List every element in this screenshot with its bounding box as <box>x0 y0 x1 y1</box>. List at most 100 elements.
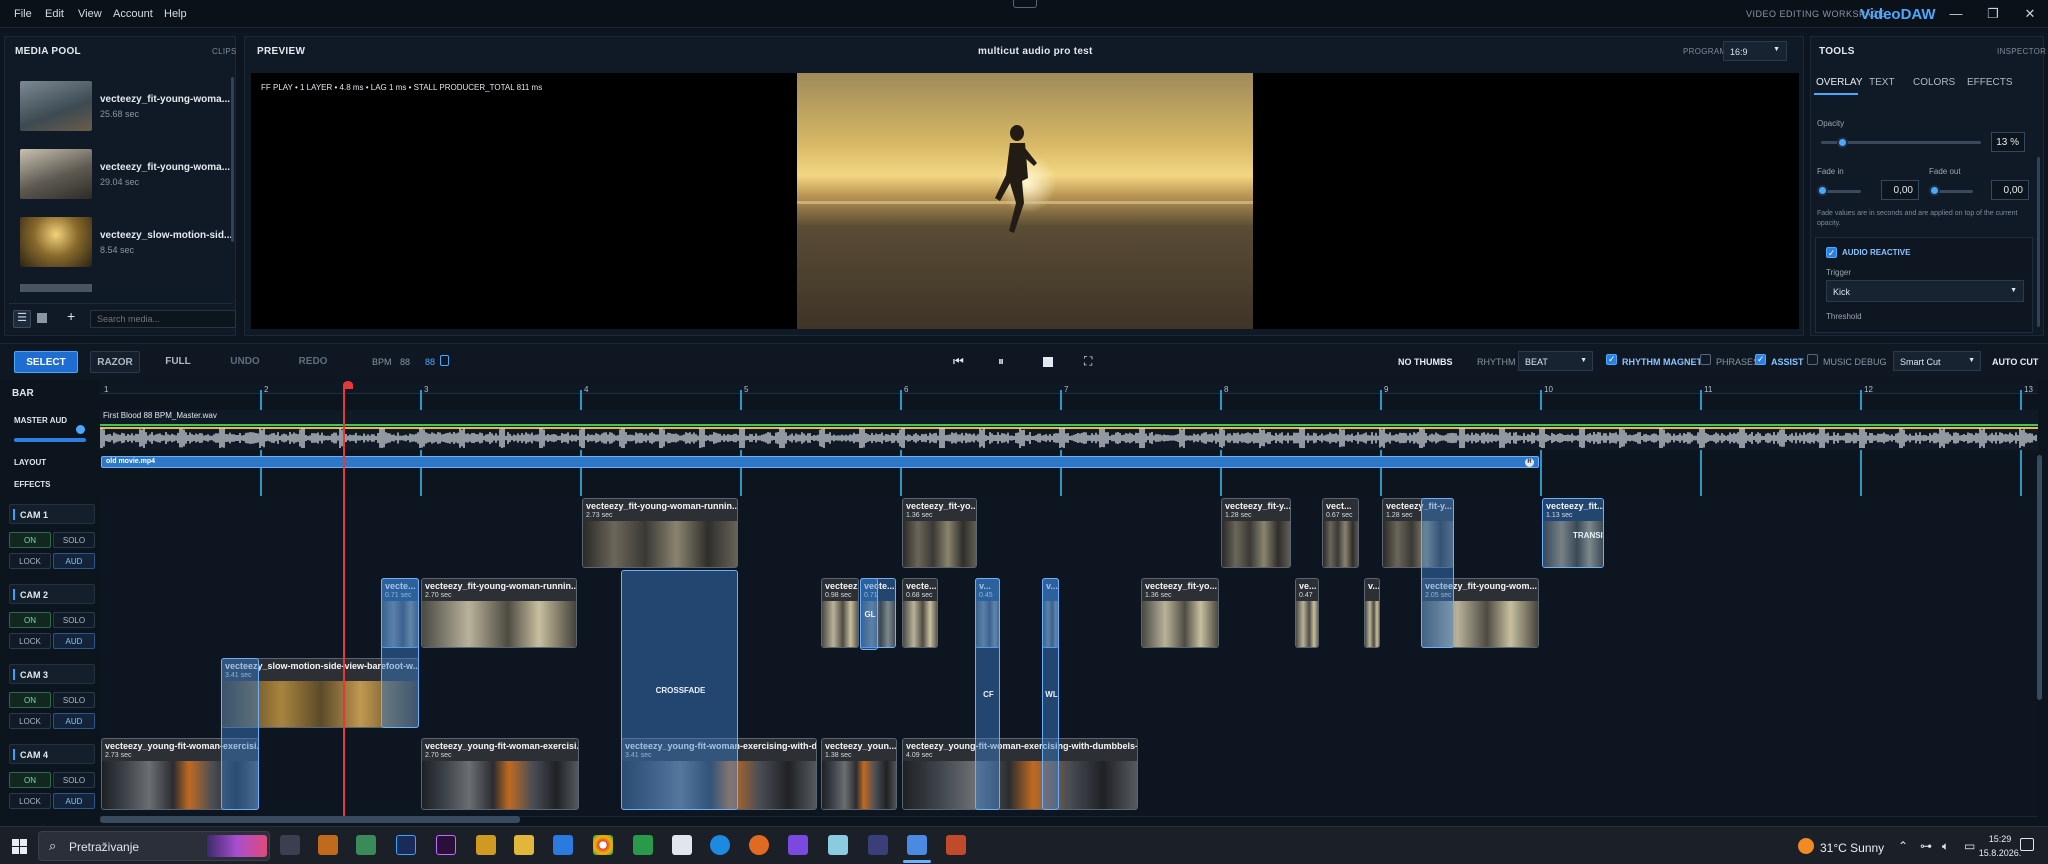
clip-thumbnails <box>1222 521 1290 567</box>
clip-name: vecteezy_fit-young-woman-runnin... <box>425 581 577 591</box>
clip-duration: 1.13 sec <box>1546 512 1573 519</box>
clip-duration: 1.36 sec <box>906 512 933 519</box>
network-icon[interactable]: ⊶ <box>1920 839 1932 853</box>
timeline-clip[interactable]: vecteezy_young-fit-woman-exercising-with… <box>902 738 1138 810</box>
transition-block[interactable]: CROSSFADE <box>621 570 738 810</box>
transition-label: CF <box>983 690 994 699</box>
clip-thumbnails <box>1365 601 1379 647</box>
timeline-clip[interactable]: vecteezy_young-fit-woman-exercisi... 2.70… <box>421 738 579 810</box>
clip-duration: 0.67 sec <box>1326 512 1353 519</box>
timeline-clip[interactable]: vecteezy_fit-yo... 1.36 sec <box>1141 578 1219 648</box>
clip-thumbnails <box>422 761 578 809</box>
timeline-clip[interactable]: vecteezy_fit-young-woman-runnin... 2.70 s… <box>421 578 577 648</box>
notepad-icon[interactable] <box>672 835 692 855</box>
app-icon[interactable] <box>749 835 769 855</box>
search-highlight-image <box>207 835 267 857</box>
clip-thumbnails <box>1142 601 1218 647</box>
app-icon[interactable] <box>946 835 966 855</box>
visual-studio-icon[interactable] <box>788 835 808 855</box>
timeline-clip[interactable]: vecte... 0.68 sec <box>902 578 938 648</box>
clip-thumbnails <box>822 601 858 647</box>
taskbar-search[interactable]: ⌕ Pretraživanje <box>38 831 270 861</box>
selected-clip-region[interactable] <box>221 658 259 810</box>
timeline-clip[interactable]: ve... 0.47 <box>1295 578 1319 648</box>
edge-icon[interactable] <box>710 835 730 855</box>
timeline-clip[interactable]: vecteezy_fit-y... 1.28 sec <box>1221 498 1291 568</box>
search-icon: ⌕ <box>49 838 57 853</box>
app-icon[interactable] <box>553 835 573 855</box>
transition-label: WL <box>1045 690 1058 699</box>
clip-name: vecteezy_young-fit-woman-exercising-with… <box>906 741 1138 751</box>
clip-duration: 0.68 sec <box>906 592 933 599</box>
clip-name: ve... <box>1299 581 1317 591</box>
videodaw-taskbar-icon[interactable] <box>907 835 927 855</box>
chrome-icon[interactable] <box>593 835 613 855</box>
app-icon[interactable] <box>476 835 496 855</box>
transition-label: CROSSFADE <box>655 686 706 695</box>
transition-block[interactable]: GL <box>860 578 878 650</box>
weather-text[interactable]: 31°C Sunny <box>1820 841 1884 855</box>
clip-duration: 0.98 sec <box>825 592 852 599</box>
transition-label: TRANSITION <box>1573 531 1603 540</box>
clip-duration: 2.70 sec <box>425 592 452 599</box>
transition-label: GL <box>864 610 876 619</box>
clip-name: vecteez... <box>825 581 858 591</box>
clip-name: vecteezy_fit-yo... <box>906 501 977 511</box>
photoshop-icon[interactable] <box>396 835 416 855</box>
task-view-icon[interactable] <box>280 835 300 855</box>
clip-duration: 1.36 sec <box>1145 592 1172 599</box>
taskbar: ⌕ Pretraživanje <box>0 826 2048 864</box>
app-icon[interactable] <box>633 835 653 855</box>
clip-name: vecteezy_fit... <box>1546 501 1604 511</box>
app-icon[interactable] <box>828 835 848 855</box>
clip-name: v... <box>1368 581 1380 591</box>
playhead[interactable] <box>343 386 345 816</box>
clip-name: vecteezy_fit-y... <box>1225 501 1291 511</box>
timeline-clip[interactable]: vecteezy_fit-yo... 1.36 sec <box>902 498 977 568</box>
taskbar-search-text: Pretraživanje <box>69 840 140 854</box>
clip-duration: 1.28 sec <box>1386 512 1413 519</box>
notification-icon[interactable] <box>2020 838 2034 851</box>
clip-duration: 1.28 sec <box>1225 512 1252 519</box>
timeline-clip[interactable]: vecteezy_youn... 1.38 sec <box>821 738 897 810</box>
clip-thumbnails <box>1323 521 1358 567</box>
app-icon[interactable] <box>318 835 338 855</box>
transition-block[interactable]: CF <box>975 578 1000 810</box>
app-icon[interactable] <box>868 835 888 855</box>
file-explorer-icon[interactable] <box>514 835 534 855</box>
transition-block[interactable]: WL <box>1042 578 1059 810</box>
clip-thumbnails <box>583 521 737 567</box>
timeline-horizontal-scrollbar[interactable] <box>100 816 520 823</box>
active-app-indicator <box>903 860 931 863</box>
clip-name: vect... <box>1326 501 1352 511</box>
clip-duration: 4.09 sec <box>906 752 933 759</box>
clip-thumbnails <box>1296 601 1318 647</box>
weather-icon[interactable] <box>1798 838 1814 854</box>
timeline-clip[interactable]: v... <box>1364 578 1380 648</box>
clip-duration: 2.70 sec <box>425 752 452 759</box>
clip-thumbnails <box>822 761 896 809</box>
timeline-clip[interactable]: vecteezy_fit-young-woman-runnin... 2.73 s… <box>582 498 738 568</box>
clip-thumbnails <box>903 761 1137 809</box>
timeline-clip[interactable]: vect... 0.67 sec <box>1322 498 1359 568</box>
start-icon[interactable] <box>12 839 27 854</box>
clip-thumbnails <box>903 521 976 567</box>
clips-layer: vecteezy_fit-young-woman-runnin... 2.73 s… <box>0 0 2048 864</box>
clip-name: vecte... <box>906 581 937 591</box>
clip-name: vecteezy_fit-young-woman-runnin... <box>586 501 738 511</box>
app-icon[interactable] <box>356 835 376 855</box>
premiere-icon[interactable] <box>436 835 456 855</box>
timeline-clip[interactable]: vecteezy_fit...1.13 sec TRANSITION <box>1542 498 1604 568</box>
selected-clip-region[interactable] <box>1421 498 1454 648</box>
timeline-clip[interactable]: vecteez...0.98 sec <box>821 578 859 648</box>
clip-duration: 2.73 sec <box>105 752 132 759</box>
clip-duration: 0.47 <box>1299 592 1313 599</box>
clip-duration: 2.73 sec <box>586 512 613 519</box>
clip-thumbnails <box>1543 521 1603 567</box>
clip-name: vecteezy_youn... <box>825 741 897 751</box>
volume-icon[interactable]: 🔈︎ <box>1942 839 1949 854</box>
tray-chevron-icon[interactable]: ⌃ <box>1898 839 1908 853</box>
selected-clip-region[interactable] <box>381 578 419 728</box>
timeline-vertical-scrollbar[interactable] <box>2037 455 2042 700</box>
clip-name: vecteezy_young-fit-woman-exercisi... <box>425 741 579 751</box>
